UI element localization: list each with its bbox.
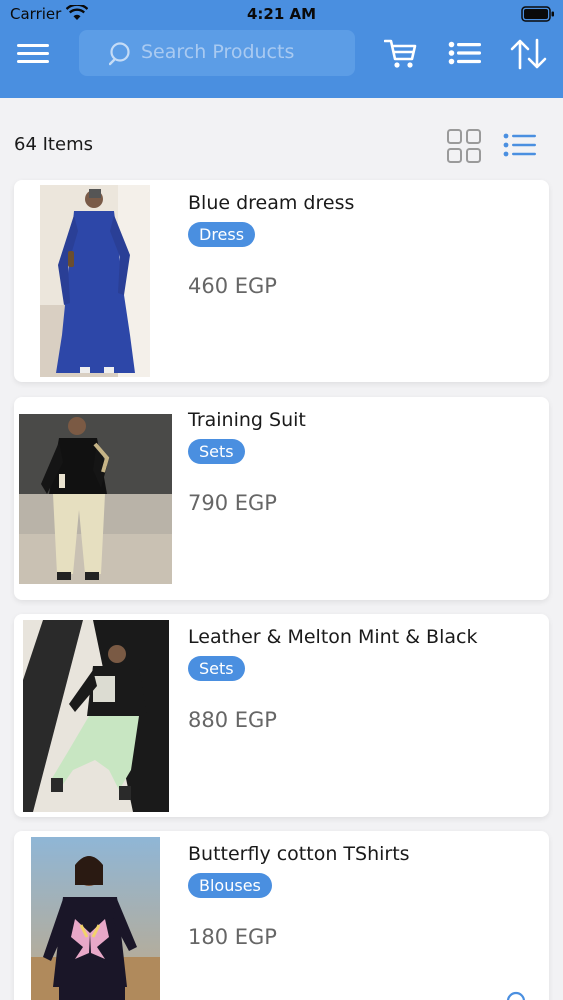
status-bar: Carrier 4:21 AM [0,0,563,30]
list-icon[interactable] [448,38,482,72]
product-name: Leather & Melton Mint & Black [188,626,478,648]
sort-icon[interactable] [510,38,548,74]
product-name: Blue dream dress [188,192,355,214]
category-badge: Sets [188,439,245,464]
grid-view-icon[interactable] [446,128,482,168]
cart-icon[interactable] [383,38,418,74]
product-price: 790 EGP [188,491,277,515]
zoom-icon[interactable] [504,989,528,1000]
menu-icon[interactable] [16,38,50,72]
product-image[interactable] [40,185,150,377]
battery-icon [521,6,555,22]
product-price: 880 EGP [188,708,277,732]
product-card[interactable]: Leather & Melton Mint & Black Sets 880 E… [14,614,549,817]
product-price: 180 EGP [188,925,277,949]
product-price: 460 EGP [188,274,277,298]
product-image[interactable] [23,620,169,812]
category-badge: Blouses [188,873,272,898]
status-time: 4:21 AM [246,5,317,23]
search-icon [108,41,135,71]
app-header: Carrier 4:21 AM [0,0,563,98]
product-name: Training Suit [188,409,306,431]
product-card[interactable]: Training Suit Sets 790 EGP [14,397,549,600]
product-card[interactable]: Butterfly cotton TShirts Blouses 180 EGP [14,831,549,1000]
category-badge: Sets [188,656,245,681]
category-badge: Dress [188,222,256,247]
product-card[interactable]: Blue dream dress Dress 460 EGP [14,180,549,382]
top-toolbar [0,30,563,98]
product-name: Butterfly cotton TShirts [188,843,410,865]
product-image[interactable] [19,414,172,584]
search-input[interactable] [141,34,346,70]
list-view-icon[interactable] [503,132,537,162]
items-bar: 64 Items [0,120,563,170]
product-image[interactable] [31,837,160,1000]
search-bar[interactable] [79,30,355,76]
items-count: 64 Items [14,134,93,155]
